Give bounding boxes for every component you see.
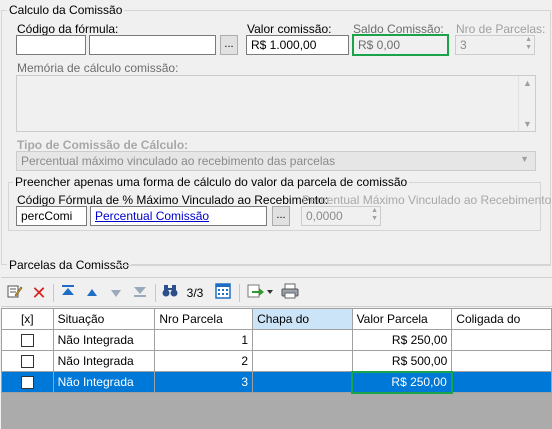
nro-parcelas-value: 3 bbox=[460, 38, 467, 52]
chevron-down-icon: ▼ bbox=[520, 154, 529, 164]
tipo-comissao-value: Percentual máximo vinculado ao recebimen… bbox=[21, 154, 336, 168]
parcelas-table: [x] Situação Nro Parcela Chapa do Valor … bbox=[1, 308, 552, 394]
previous-record-icon[interactable] bbox=[83, 283, 101, 303]
situacao-cell[interactable]: Não Integrada bbox=[52, 329, 156, 351]
last-record-icon[interactable] bbox=[131, 283, 149, 303]
table-row[interactable]: Não Integrada 1 R$ 250,00 bbox=[1, 329, 552, 351]
nro-parcelas-field: 3 ▲ ▼ bbox=[455, 35, 535, 55]
memoria-calculo-field: ▲ ▼ bbox=[16, 75, 536, 132]
percentual-maximo-value: 0,0000 bbox=[306, 209, 343, 223]
valor-parcela-cell[interactable]: R$ 250,00 bbox=[351, 370, 453, 394]
codigo-percentual-description[interactable]: Percentual Comissão bbox=[90, 206, 267, 226]
codigo-formula-description-input[interactable] bbox=[89, 35, 216, 55]
table-row[interactable]: Não Integrada 2 R$ 500,00 bbox=[1, 350, 552, 372]
chapa-cell[interactable] bbox=[252, 350, 353, 372]
codigo-percentual-lookup-button[interactable]: ... bbox=[272, 206, 290, 226]
coligada-cell[interactable] bbox=[451, 350, 552, 372]
parcelas-grid: [x] Situação Nro Parcela Chapa do Valor … bbox=[1, 308, 552, 429]
coligada-cell[interactable] bbox=[451, 371, 552, 393]
scroll-up-icon[interactable]: ▲ bbox=[519, 78, 536, 88]
codigo-percentual-label: Código Fórmula de % Máximo Vinculado ao … bbox=[17, 193, 329, 207]
next-record-icon[interactable] bbox=[107, 283, 125, 303]
edit-icon[interactable] bbox=[6, 283, 24, 303]
column-header-nro-parcela[interactable]: Nro Parcela bbox=[154, 308, 254, 330]
column-header-select[interactable]: [x] bbox=[1, 308, 54, 330]
codigo-formula-label: Código da fórmula: bbox=[17, 22, 119, 36]
first-record-icon[interactable] bbox=[59, 283, 77, 303]
codigo-formula-lookup-button[interactable]: ... bbox=[220, 35, 238, 55]
coligada-cell[interactable] bbox=[451, 329, 552, 351]
export-icon[interactable] bbox=[246, 283, 274, 303]
parcelas-toolbar: ✕ 3/3 bbox=[1, 277, 552, 307]
parcelas-title-divider bbox=[117, 265, 551, 266]
column-header-valor-parcela[interactable]: Valor Parcela bbox=[351, 308, 453, 330]
toolbar-separator bbox=[53, 284, 54, 302]
nro-parcela-cell[interactable]: 2 bbox=[154, 350, 254, 372]
tipo-comissao-label: Tipo de Comissão de Cálculo: bbox=[17, 138, 189, 152]
column-header-situacao[interactable]: Situação bbox=[52, 308, 156, 330]
valor-parcela-cell[interactable]: R$ 500,00 bbox=[351, 350, 453, 372]
toolbar-separator bbox=[155, 284, 156, 302]
table-header-row: [x] Situação Nro Parcela Chapa do Valor … bbox=[1, 308, 552, 330]
calculo-comissao-title: Calculo da Comissão bbox=[7, 3, 125, 17]
row-checkbox[interactable] bbox=[20, 355, 34, 369]
chapa-cell[interactable] bbox=[252, 329, 353, 351]
saldo-comissao-field: R$ 0,00 bbox=[352, 34, 449, 56]
print-icon[interactable] bbox=[281, 283, 299, 303]
valor-comissao-label: Valor comissão: bbox=[247, 22, 332, 36]
toolbar-separator bbox=[239, 284, 240, 302]
valor-comissao-field[interactable]: R$ 1.000,00 bbox=[246, 35, 349, 55]
row-checkbox-cell[interactable] bbox=[1, 371, 54, 393]
situacao-cell[interactable]: Não Integrada bbox=[52, 371, 156, 393]
row-checkbox[interactable] bbox=[20, 376, 34, 390]
percentual-spinner: ▲ ▼ bbox=[371, 207, 378, 222]
parcelas-title: Parcelas da Comissão bbox=[7, 258, 132, 272]
nro-parcelas-label: Nro de Parcelas: bbox=[456, 22, 546, 36]
situacao-cell[interactable]: Não Integrada bbox=[52, 350, 156, 372]
table-row-selected[interactable]: Não Integrada 3 R$ 250,00 bbox=[1, 370, 552, 394]
percentual-maximo-field: 0,0000 ▲ ▼ bbox=[301, 206, 381, 226]
memoria-calculo-label: Memória de cálculo comissão: bbox=[17, 61, 179, 75]
tipo-comissao-select: Percentual máximo vinculado ao recebimen… bbox=[16, 151, 536, 171]
memoria-scrollbar[interactable]: ▲ ▼ bbox=[518, 76, 535, 131]
row-checkbox-cell[interactable] bbox=[1, 329, 54, 351]
valor-parcela-cell[interactable]: R$ 250,00 bbox=[351, 329, 453, 351]
percentual-comissao-link[interactable]: Percentual Comissão bbox=[95, 209, 209, 223]
row-checkbox[interactable] bbox=[20, 334, 34, 348]
row-checkbox-cell[interactable] bbox=[1, 350, 54, 372]
codigo-formula-input[interactable] bbox=[16, 35, 86, 55]
binoculars-icon[interactable] bbox=[161, 283, 179, 303]
nro-parcelas-spinner: ▲ ▼ bbox=[525, 36, 532, 51]
delete-icon[interactable]: ✕ bbox=[30, 283, 48, 303]
chapa-cell[interactable] bbox=[252, 371, 353, 393]
codigo-percentual-input[interactable]: percComi bbox=[16, 206, 87, 226]
nro-parcela-cell[interactable]: 1 bbox=[154, 329, 254, 351]
scroll-down-icon[interactable]: ▼ bbox=[519, 119, 536, 129]
preencher-title: Preencher apenas uma forma de cálculo do… bbox=[13, 175, 410, 189]
percentual-maximo-label: Percentual Máximo Vinculado ao Recebimen… bbox=[302, 193, 552, 207]
nro-parcela-cell[interactable]: 3 bbox=[154, 371, 254, 393]
calendar-icon[interactable] bbox=[214, 283, 232, 303]
column-header-coligada[interactable]: Coligada do bbox=[451, 308, 552, 330]
column-header-chapa[interactable]: Chapa do bbox=[252, 308, 353, 330]
record-counter: 3/3 bbox=[186, 286, 204, 300]
